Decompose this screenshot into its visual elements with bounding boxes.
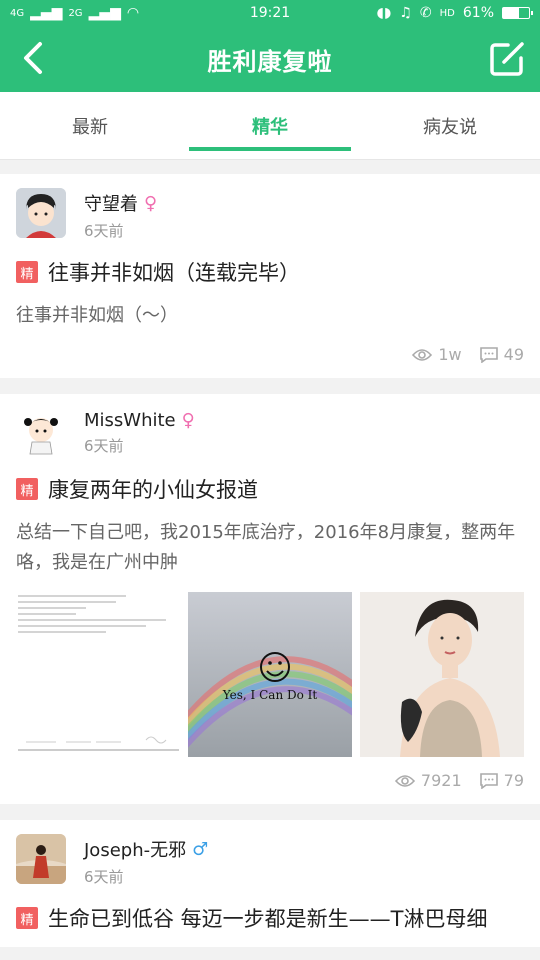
eye-icon bbox=[412, 348, 433, 361]
post-title[interactable]: 往事并非如烟（连载完毕） bbox=[48, 257, 300, 287]
comment-count: 79 bbox=[479, 771, 524, 790]
post-excerpt: 往事并非如烟（～） bbox=[16, 305, 178, 326]
tab-patients-say[interactable]: 病友说 bbox=[360, 92, 540, 159]
tab-latest[interactable]: 最新 bbox=[0, 92, 180, 159]
comment-icon bbox=[479, 772, 498, 789]
comment-count-value: 79 bbox=[503, 771, 524, 790]
back-arrow-icon[interactable] bbox=[18, 40, 52, 76]
featured-badge: 精 bbox=[16, 478, 38, 500]
page-title: 胜利康复啦 bbox=[207, 47, 333, 76]
view-count: 1w bbox=[412, 345, 462, 364]
post-title[interactable]: 生命已到低谷 每迈一步都是新生——T淋巴母细 bbox=[48, 903, 488, 933]
view-count-value: 7921 bbox=[420, 771, 462, 790]
post-image-rainbow[interactable]: Yes, I Can Do It bbox=[188, 592, 352, 757]
featured-badge: 精 bbox=[16, 907, 38, 929]
post-card[interactable]: 守望着 ♀ 6天前 精 往事并非如烟（连载完毕） 往事并非如烟（～） 1w 49 bbox=[0, 174, 540, 378]
comment-count: 49 bbox=[479, 345, 524, 364]
post-card[interactable]: MissWhite ♀ 6天前 精 康复两年的小仙女报道 总结一下自己吧，我20… bbox=[0, 394, 540, 804]
username[interactable]: MissWhite bbox=[84, 410, 176, 431]
app-bar: 胜利康复啦 bbox=[0, 26, 540, 92]
eye-icon bbox=[394, 774, 415, 787]
edit-icon[interactable] bbox=[488, 40, 526, 78]
avatar[interactable] bbox=[16, 188, 66, 238]
post-time: 6天前 bbox=[84, 437, 124, 455]
post-image-document[interactable] bbox=[16, 592, 180, 757]
view-count: 7921 bbox=[394, 771, 462, 790]
battery-icon bbox=[502, 7, 533, 19]
female-icon: ♀ bbox=[181, 410, 195, 431]
post-image-portrait[interactable] bbox=[360, 592, 524, 757]
status-bar: 4G ▂▄▆ 2G ▂▄▆ ◠ 19:21 ◖◗ ♫ ✆ HD 61% bbox=[0, 0, 540, 26]
post-title[interactable]: 康复两年的小仙女报道 bbox=[48, 474, 258, 504]
avatar[interactable] bbox=[16, 408, 66, 458]
comment-count-value: 49 bbox=[503, 345, 524, 364]
female-icon: ♀ bbox=[144, 192, 158, 214]
male-icon: ♂ bbox=[192, 838, 209, 860]
post-time: 6天前 bbox=[84, 222, 124, 240]
comment-icon bbox=[479, 346, 498, 363]
tab-featured[interactable]: 精华 bbox=[180, 92, 360, 159]
tab-bar: 最新 精华 病友说 bbox=[0, 92, 540, 160]
username[interactable]: 守望着 bbox=[84, 190, 138, 216]
status-time: 19:21 bbox=[249, 5, 291, 21]
post-excerpt: 总结一下自己吧，我2015年底治疗，2016年8月康复，整两年咯，我是在广州中肿 bbox=[16, 522, 516, 573]
post-card[interactable]: Joseph-无邪 ♂ 6天前 精 生命已到低谷 每迈一步都是新生——T淋巴母细 bbox=[0, 820, 540, 947]
rainbow-caption: Yes, I Can Do It bbox=[222, 688, 318, 702]
post-images: Yes, I Can Do It bbox=[16, 592, 524, 757]
featured-badge: 精 bbox=[16, 261, 38, 283]
avatar[interactable] bbox=[16, 834, 66, 884]
username[interactable]: Joseph-无邪 bbox=[84, 836, 186, 862]
post-time: 6天前 bbox=[84, 868, 124, 886]
view-count-value: 1w bbox=[438, 345, 462, 364]
